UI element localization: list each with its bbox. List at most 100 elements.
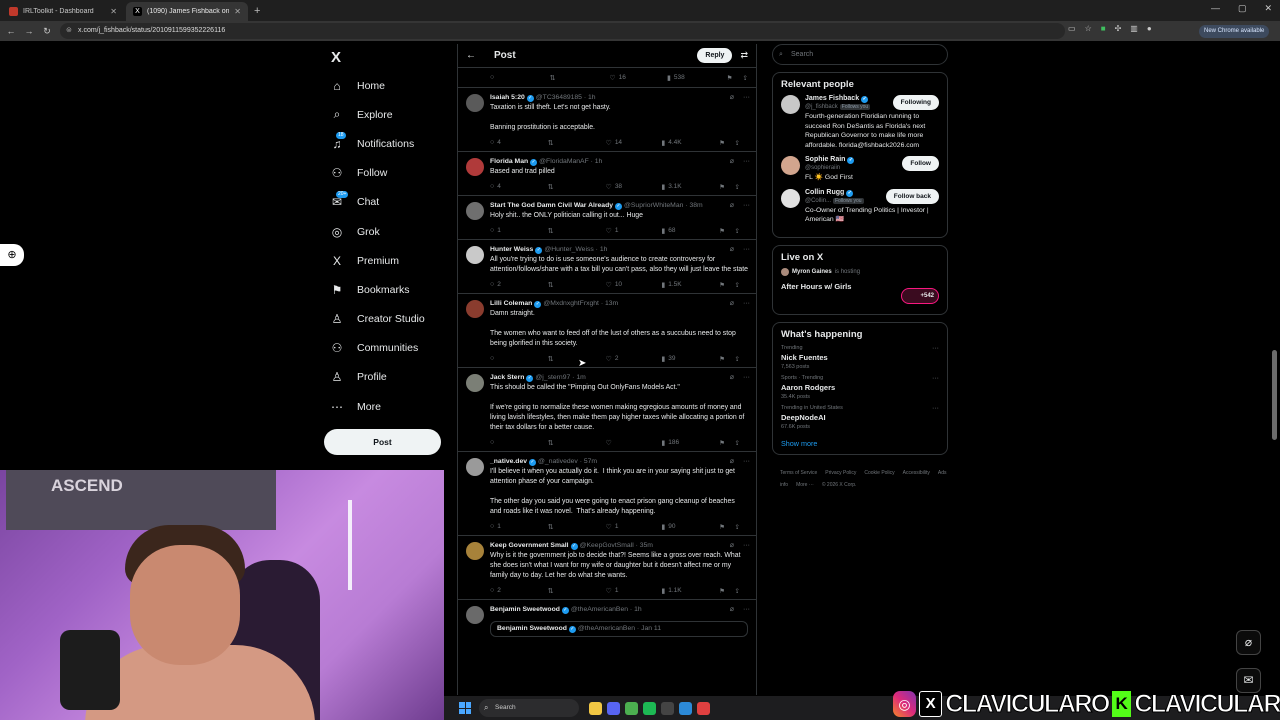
avatar[interactable]: [466, 542, 484, 560]
sidebar-item-creator-studio[interactable]: ♙ Creator Studio: [324, 305, 444, 334]
back-arrow-icon[interactable]: ←: [466, 50, 484, 61]
views-action[interactable]: ▮ 538: [667, 74, 727, 82]
follow-button[interactable]: Follow: [902, 156, 939, 171]
browser-tab-irltoolkit[interactable]: IRLToolkit - Dashboard ✕: [2, 2, 124, 21]
sidebar-item-profile[interactable]: ♙ Profile: [324, 363, 444, 392]
retweet-action[interactable]: ⇅: [548, 183, 606, 191]
author-handle[interactable]: @MxdnxghtFrxght: [543, 300, 599, 307]
retweet-action[interactable]: ⇅: [548, 281, 606, 289]
share-icon[interactable]: ⇪: [735, 355, 740, 363]
windows-start-icon[interactable]: [459, 702, 471, 714]
avatar[interactable]: ●: [1147, 24, 1152, 33]
more-options-icon[interactable]: ···: [743, 200, 750, 211]
grok-icon[interactable]: ⌀: [730, 540, 734, 551]
close-icon[interactable]: ✕: [234, 7, 241, 16]
like-action[interactable]: ♡ 2: [606, 355, 662, 363]
retweet-action[interactable]: ⇅: [548, 355, 606, 363]
footer-link[interactable]: Cookie Policy: [864, 470, 894, 476]
sidebar-item-follow[interactable]: ⚇ Follow: [324, 159, 444, 188]
show-more-link[interactable]: Show more: [781, 439, 939, 448]
views-action[interactable]: ▮ 4.4K: [661, 139, 719, 147]
views-action[interactable]: ▮ 90: [661, 523, 719, 531]
reply-tweet[interactable]: _native.dev ✓ @_nativedev · 57m ⌀ ··· I'll be…: [458, 451, 756, 535]
quoted-tweet[interactable]: Benjamin Sweetwood ✓ @theAmericanBen · Jan…: [490, 621, 748, 637]
timestamp[interactable]: 1m: [576, 374, 585, 381]
retweet-action[interactable]: ⇅: [548, 439, 606, 447]
avatar[interactable]: [466, 158, 484, 176]
like-action[interactable]: ♡ 1: [606, 523, 662, 531]
more-options-icon[interactable]: ···: [743, 298, 750, 309]
sidebar-item-notifications[interactable]: ♫ 18 Notifications: [324, 129, 444, 158]
more-options-icon[interactable]: ···: [743, 372, 750, 383]
retweet-action[interactable]: ⇅: [548, 139, 606, 147]
app-icon[interactable]: [679, 701, 692, 715]
footer-link[interactable]: Terms of Service: [780, 470, 817, 476]
bookmark-icon[interactable]: ⚑: [719, 523, 734, 531]
minimize-icon[interactable]: —: [1211, 3, 1220, 14]
avatar[interactable]: [466, 300, 484, 318]
new-tab-icon[interactable]: +: [254, 2, 260, 21]
reply-action[interactable]: ○: [490, 439, 548, 446]
avatar[interactable]: [781, 95, 800, 114]
reply-tweet[interactable]: Isaiah 5:20 ✓ @TC36489185 · 1h ⌀ ··· Taxation…: [458, 87, 756, 151]
taskbar-search-input[interactable]: Search: [479, 699, 579, 717]
address-bar[interactable]: ⊜ x.com/j_fishback/status/20109115993522…: [60, 23, 1065, 39]
avatar[interactable]: [781, 188, 800, 208]
footer-link[interactable]: Accessibility: [903, 470, 930, 476]
site-info-icon[interactable]: ⊜: [66, 23, 72, 39]
author-name[interactable]: Hunter Weiss: [490, 246, 533, 253]
timestamp[interactable]: 1h: [588, 94, 596, 101]
avatar[interactable]: [466, 606, 484, 624]
author-handle[interactable]: @KeepGovtSmall: [580, 542, 634, 549]
sidebar-item-bookmarks[interactable]: ⚑ Bookmarks: [324, 275, 444, 304]
like-action[interactable]: ♡ 10: [606, 281, 662, 289]
sidepanel-icon[interactable]: ▥: [1130, 24, 1138, 33]
footer-link[interactable]: Privacy Policy: [825, 470, 856, 476]
timestamp[interactable]: 1h: [595, 158, 603, 165]
chrome-update-button[interactable]: New Chrome available: [1199, 25, 1270, 38]
like-action[interactable]: ♡ 14: [606, 139, 662, 147]
grok-icon[interactable]: ⌀: [730, 298, 734, 309]
bookmark-icon[interactable]: ⚑: [719, 227, 734, 235]
file-explorer-icon[interactable]: [589, 701, 602, 715]
retweet-action[interactable]: ⇅: [550, 74, 610, 82]
filter-icon[interactable]: ⇄: [740, 50, 748, 61]
reply-action[interactable]: ○ 4: [490, 139, 548, 146]
trend-item[interactable]: Sports · Trending Aaron Rodgers 35.4K post…: [781, 375, 939, 400]
magnifier-icon[interactable]: ⊕: [0, 244, 24, 266]
views-action[interactable]: ▮ 39: [661, 355, 719, 363]
grok-icon[interactable]: ⌀: [730, 156, 734, 167]
timestamp[interactable]: 38m: [689, 202, 702, 209]
more-options-icon[interactable]: ···: [743, 92, 750, 103]
timestamp[interactable]: 1h: [600, 246, 608, 253]
author-name[interactable]: Jack Stern: [490, 374, 524, 381]
install-icon[interactable]: ▭: [1068, 24, 1076, 33]
grok-icon[interactable]: ⌀: [730, 604, 734, 615]
grok-icon[interactable]: ⌀: [730, 372, 734, 383]
share-icon[interactable]: ⇪: [735, 183, 740, 191]
bookmark-icon[interactable]: ⚑: [719, 281, 734, 289]
star-icon[interactable]: ☆: [1085, 24, 1092, 33]
spotify-icon[interactable]: [643, 701, 656, 715]
more-options-icon[interactable]: ···: [743, 156, 750, 167]
bookmark-icon[interactable]: ⚑: [719, 355, 734, 363]
share-icon[interactable]: ⇪: [735, 139, 740, 147]
trend-item[interactable]: Trending in United States DeepNodeAI 67.6K…: [781, 405, 939, 430]
author-name[interactable]: _native.dev: [490, 458, 527, 465]
reply-tweet[interactable]: Start The God Damn Civil War Already ✓ @Su…: [458, 195, 756, 239]
like-action[interactable]: ♡ 1: [606, 587, 662, 595]
retweet-action[interactable]: ⇅: [548, 227, 606, 235]
extension-icon[interactable]: ■: [1101, 24, 1106, 33]
reply-tweet[interactable]: Keep Government Small ✓ @KeepGovtSmall · 3…: [458, 535, 756, 599]
bookmark-icon[interactable]: ⚑: [727, 74, 743, 82]
sidebar-item-explore[interactable]: ⌕ Explore: [324, 100, 444, 129]
author-handle[interactable]: @Hunter_Weiss: [544, 246, 593, 253]
close-icon[interactable]: ✕: [110, 7, 117, 16]
share-icon[interactable]: ⇪: [735, 523, 740, 531]
author-name[interactable]: Isaiah 5:20: [490, 94, 525, 101]
author-name[interactable]: Lilli Coleman: [490, 300, 532, 307]
more-options-icon[interactable]: ···: [743, 540, 750, 551]
author-name[interactable]: Benjamin Sweetwood: [490, 606, 560, 613]
sidebar-item-home[interactable]: ⌂ Home: [324, 71, 444, 100]
bookmark-icon[interactable]: ⚑: [719, 439, 734, 447]
